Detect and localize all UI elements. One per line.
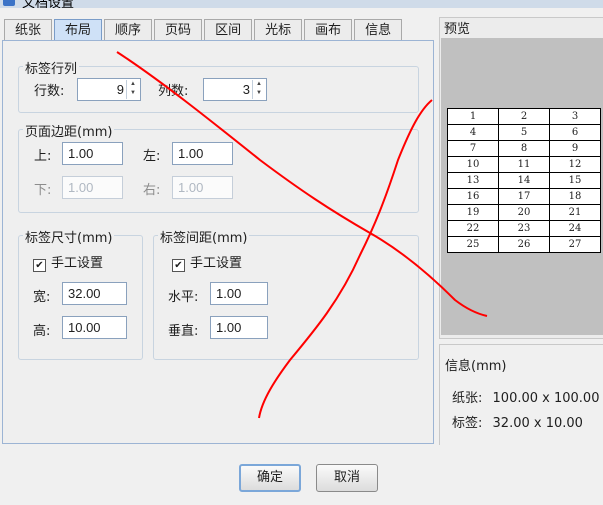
height-input[interactable]: 10.00 <box>62 316 127 339</box>
label-info-value: 32.00 x 10.00 <box>492 416 583 431</box>
tab-range[interactable]: 区间 <box>204 19 253 41</box>
preview-cell: 16 <box>447 188 499 205</box>
paper-info-value: 100.00 x 100.00 <box>492 391 600 406</box>
cols-spin-buttons[interactable]: ▲ ▼ <box>252 80 265 99</box>
preview-cell: 27 <box>549 236 601 253</box>
preview-title: 预览 <box>444 22 471 37</box>
rows-spin-buttons[interactable]: ▲ ▼ <box>126 80 139 99</box>
ok-button[interactable]: 确定 <box>239 464 301 492</box>
preview-cell: 26 <box>498 236 550 253</box>
paper-info-label: 纸张: <box>452 391 483 406</box>
cols-value: 3 <box>242 82 250 97</box>
width-label: 宽: <box>33 290 51 305</box>
preview-cell: 6 <box>549 124 601 141</box>
preview-cell: 19 <box>447 204 499 221</box>
info-title: 信息(mm) <box>445 359 507 374</box>
vertical-label: 垂直: <box>168 324 199 339</box>
tab-cursor[interactable]: 光标 <box>254 19 303 41</box>
spacing-manual-checkbox[interactable]: ✔ 手工设置 <box>172 252 242 272</box>
preview-cell: 14 <box>498 172 550 189</box>
margin-left-input[interactable]: 1.00 <box>172 142 233 165</box>
margin-right-label: 右: <box>143 183 161 198</box>
tab-layout[interactable]: 布局 <box>54 19 103 41</box>
paper-info: 纸张: 100.00 x 100.00 <box>452 387 599 406</box>
preview-row: 123 <box>447 108 601 125</box>
label-spacing-title: 标签间距(mm) <box>158 227 250 246</box>
rows-label: 行数: <box>34 84 65 99</box>
window-title: 文档设置 <box>22 0 75 8</box>
preview-row: 22 23 24 <box>447 220 601 237</box>
vertical-input[interactable]: 1.00 <box>210 316 268 339</box>
preview-cell: 25 <box>447 236 499 253</box>
preview-cell: 7 <box>447 140 499 157</box>
margin-left-label: 左: <box>143 149 161 164</box>
preview-row: 10 11 12 <box>447 156 601 173</box>
margins-title: 页面边距(mm) <box>23 121 115 140</box>
tab-order[interactable]: 顺序 <box>104 19 153 41</box>
preview-cell: 12 <box>549 156 601 173</box>
size-manual-checkbox[interactable]: ✔ 手工设置 <box>33 252 103 272</box>
label-info: 标签: 32.00 x 10.00 <box>452 412 583 431</box>
preview-cell: 5 <box>498 124 550 141</box>
rows-cols-title: 标签行列 <box>23 58 80 77</box>
spin-down-icon[interactable]: ▼ <box>127 89 139 98</box>
tab-paper[interactable]: 纸张 <box>4 19 53 41</box>
spin-up-icon[interactable]: ▲ <box>127 80 139 89</box>
preview-cell: 20 <box>498 204 550 221</box>
cancel-button[interactable]: 取消 <box>316 464 378 492</box>
preview-row: 16 17 18 <box>447 188 601 205</box>
margin-top-label: 上: <box>34 149 52 164</box>
preview-cell: 2 <box>498 108 550 125</box>
spin-up-icon[interactable]: ▲ <box>253 80 265 89</box>
height-label: 高: <box>33 324 51 339</box>
preview-label-grid: 1 2 3 4 5 6 7 8 9 10 11 12 13 14 15 16 17 18 19 20 21 22 23 24 2… <box>447 108 601 253</box>
preview-cell: 17 <box>498 188 550 205</box>
label-info-label: 标签: <box>452 416 483 431</box>
horizontal-label: 水平: <box>168 290 199 305</box>
tab-bar: 纸张 布局 顺序 页码 区间 光标 画布 信息 <box>4 19 404 41</box>
preview-row: 13 14 15 <box>447 172 601 189</box>
preview-cell: 13 <box>447 172 499 189</box>
size-manual-label: 手工设置 <box>51 256 104 271</box>
checkmark-icon[interactable]: ✔ <box>33 259 46 272</box>
title-bar: 文档设置 <box>0 0 603 8</box>
preview-cell: 4 <box>447 124 499 141</box>
preview-cell: 18 <box>549 188 601 205</box>
rows-value: 9 <box>116 82 124 97</box>
label-size-title: 标签尺寸(mm) <box>23 227 115 246</box>
spacing-manual-label: 手工设置 <box>190 256 243 271</box>
preview-cell: 10 <box>447 156 499 173</box>
preview-cell: 8 <box>498 140 550 157</box>
preview-cell: 23 <box>498 220 550 237</box>
cols-label: 列数: <box>158 84 189 99</box>
margin-right-input[interactable]: 1.00 <box>172 176 233 199</box>
margin-bottom-input[interactable]: 1.00 <box>62 176 123 199</box>
tab-info[interactable]: 信息 <box>354 19 403 41</box>
tab-canvas[interactable]: 画布 <box>304 19 353 41</box>
preview-cell: 15 <box>549 172 601 189</box>
preview-row: 25 26 27 <box>447 236 601 253</box>
margin-top-input[interactable]: 1.00 <box>62 142 123 165</box>
horizontal-input[interactable]: 1.00 <box>210 282 268 305</box>
preview-cell: 21 <box>549 204 601 221</box>
preview-cell: 3 <box>549 108 601 125</box>
cols-spinner[interactable]: 3 ▲ ▼ <box>203 78 267 101</box>
preview-cell: 1 <box>447 108 499 125</box>
margin-bottom-label: 下: <box>34 183 52 198</box>
preview-cell: 9 <box>549 140 601 157</box>
spin-down-icon[interactable]: ▼ <box>253 89 265 98</box>
checkmark-icon[interactable]: ✔ <box>172 259 185 272</box>
width-input[interactable]: 32.00 <box>62 282 127 305</box>
app-icon <box>3 0 15 6</box>
preview-row: 19 20 21 <box>447 204 601 221</box>
preview-cell: 11 <box>498 156 550 173</box>
rows-spinner[interactable]: 9 ▲ ▼ <box>77 78 141 101</box>
tab-page-number[interactable]: 页码 <box>154 19 203 41</box>
preview-row: 456 <box>447 124 601 141</box>
preview-row: 789 <box>447 140 601 157</box>
preview-cell: 22 <box>447 220 499 237</box>
preview-cell: 24 <box>549 220 601 237</box>
